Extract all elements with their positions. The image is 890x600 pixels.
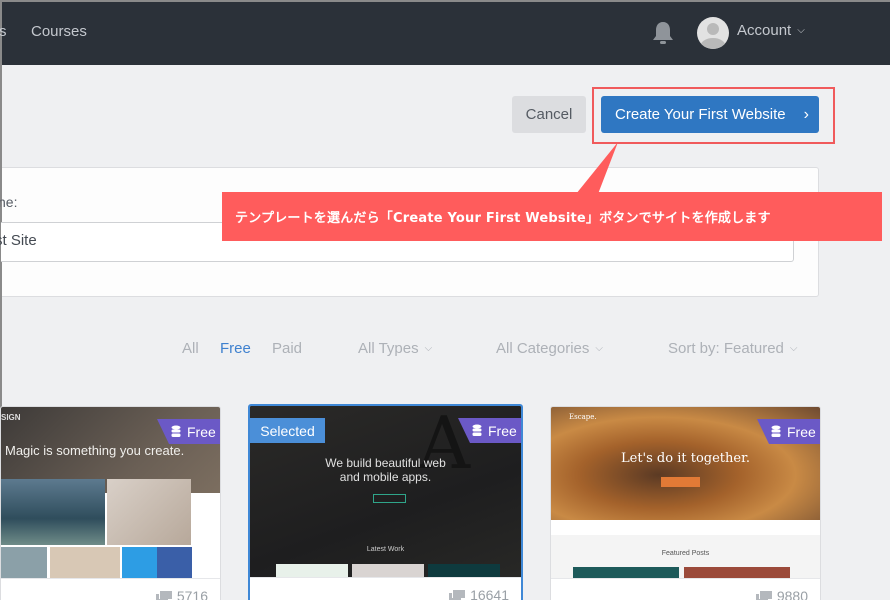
avatar-icon[interactable] <box>697 17 729 49</box>
callout-pointer <box>576 142 618 194</box>
preview-hero-line1: We build beautiful web <box>325 456 446 470</box>
copies-icon <box>155 590 172 600</box>
types-dropdown-label: All Types <box>358 340 419 357</box>
account-label: Account <box>737 22 792 39</box>
card-footer: 9880 <box>551 578 820 600</box>
annotation-highlight-box <box>592 87 835 144</box>
database-icon <box>171 425 181 437</box>
usage-count: 9880 <box>755 588 808 600</box>
site-name-label: ne: <box>0 194 18 210</box>
card-footer: 16641 <box>250 577 521 600</box>
nav-item-courses[interactable]: Courses <box>31 23 87 40</box>
filter-all[interactable]: All <box>182 340 199 357</box>
copies-icon <box>449 589 466 600</box>
usage-count: 5716 <box>155 588 208 600</box>
types-dropdown[interactable]: All Types ⌵ <box>358 340 432 357</box>
preview-hero-line2: and mobile apps. <box>339 470 432 484</box>
chevron-down-icon: ⌵ <box>595 343 603 354</box>
database-icon <box>472 424 482 436</box>
template-card[interactable]: SIGN Magic is something you create. Free… <box>0 406 221 600</box>
preview-section-title: Featured Posts <box>661 550 710 557</box>
filter-free[interactable]: Free <box>220 340 251 357</box>
preview-section-title: Latest Work <box>366 546 405 553</box>
site-name-value: st Site <box>0 232 37 249</box>
sort-dropdown-label: Sort by: Featured <box>668 340 784 357</box>
facebook-icon <box>157 547 192 578</box>
twitter-icon <box>122 547 157 578</box>
template-card-selected[interactable]: A We build beautiful web and mobile apps… <box>248 404 523 600</box>
top-nav-bar: s Courses Account ⌵ <box>0 2 890 65</box>
chevron-down-icon: ⌵ <box>789 343 798 354</box>
chevron-down-icon: ⌵ <box>424 343 433 354</box>
preview-hero-text: Magic is something you create. <box>5 443 185 458</box>
copies-icon <box>755 590 772 600</box>
selected-badge: Selected <box>250 418 325 443</box>
preview-logo: Escape. <box>569 413 597 421</box>
categories-dropdown-label: All Categories <box>496 340 590 357</box>
sort-dropdown[interactable]: Sort by: Featured ⌵ <box>668 340 798 357</box>
categories-dropdown[interactable]: All Categories ⌵ <box>496 340 603 357</box>
nav-item-partial[interactable]: s <box>0 23 7 40</box>
template-card[interactable]: Escape. Let's do it together. Featured P… <box>550 406 821 600</box>
database-icon <box>771 425 781 437</box>
card-footer: 5716 <box>1 578 220 600</box>
annotation-callout: テンプレートを選んだら「Create Your First Website」ボタ… <box>222 192 882 241</box>
preview-logo: SIGN <box>1 413 21 422</box>
cancel-button[interactable]: Cancel <box>512 96 586 133</box>
bell-icon[interactable] <box>652 20 674 46</box>
chevron-down-icon: ⌵ <box>797 25 805 36</box>
account-menu[interactable]: Account ⌵ <box>737 22 805 39</box>
filter-paid[interactable]: Paid <box>272 340 302 357</box>
callout-text: テンプレートを選んだら「Create Your First Website」ボタ… <box>235 211 771 226</box>
usage-count: 16641 <box>449 587 509 600</box>
preview-hero-text: Let's do it together. <box>621 451 750 466</box>
